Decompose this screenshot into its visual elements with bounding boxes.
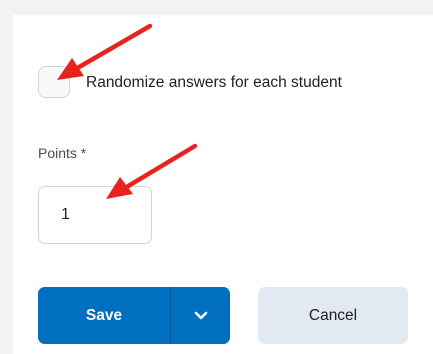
cancel-button[interactable]: Cancel xyxy=(258,287,408,344)
save-button[interactable]: Save xyxy=(38,287,170,344)
save-options-dropdown-button[interactable] xyxy=(171,287,230,344)
randomize-answers-label[interactable]: Randomize answers for each student xyxy=(86,74,342,92)
points-label: Points * xyxy=(38,145,87,161)
randomize-answers-checkbox[interactable] xyxy=(38,66,70,98)
points-input[interactable] xyxy=(38,186,152,244)
chevron-down-icon xyxy=(194,311,207,319)
save-split-button: Save xyxy=(38,287,230,344)
screenshot-canvas: Randomize answers for each student Point… xyxy=(0,0,433,354)
